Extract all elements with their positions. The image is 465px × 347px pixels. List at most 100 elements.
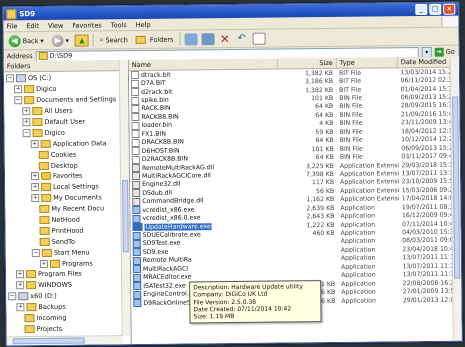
undo-icon[interactable]: ↶: [235, 32, 248, 44]
tree-item-label: My Recent Docu: [51, 204, 105, 214]
folders-icon: [135, 35, 146, 44]
expand-toggle-icon[interactable]: +: [30, 172, 40, 181]
expand-toggle-icon[interactable]: +: [16, 270, 25, 279]
file-icon: [131, 96, 140, 105]
expand-toggle-icon[interactable]: +: [14, 85, 23, 94]
expand-toggle-icon[interactable]: −: [22, 129, 31, 138]
menu-favorites[interactable]: Favorites: [72, 21, 101, 29]
address-dropdown-button[interactable]: ▾: [421, 46, 432, 58]
delete-icon[interactable]: ✕: [218, 32, 231, 46]
tree-item-label: My Documents: [53, 193, 102, 203]
copy-to-icon[interactable]: [201, 32, 215, 45]
go-button[interactable]: ➜ Go: [434, 47, 459, 57]
menu-tools[interactable]: Tools: [111, 21, 127, 29]
file-name: dtrack.bit: [140, 71, 171, 79]
application-icon: [132, 265, 142, 274]
folder-icon: [24, 96, 35, 105]
dll-file-icon: [132, 180, 141, 189]
expand-toggle-icon: [31, 217, 37, 223]
expand-toggle-icon[interactable]: +: [39, 259, 48, 268]
close-button[interactable]: ×: [443, 3, 456, 15]
file-type: BIT File: [338, 69, 362, 77]
search-button[interactable]: ⌕ Search: [98, 33, 130, 47]
expand-toggle-icon[interactable]: −: [5, 74, 15, 83]
tree-item-label: Program Files: [37, 270, 82, 279]
file-icon: [131, 147, 140, 156]
folder-icon: [6, 8, 17, 19]
expand-toggle-icon: [16, 315, 22, 321]
file-size: 101 KB: [311, 145, 334, 153]
folder-icon: [40, 139, 51, 148]
menu-edit[interactable]: Edit: [26, 22, 39, 30]
menu-help[interactable]: Help: [136, 20, 151, 28]
file-info-tooltip: Description: Hardware Update utility Com…: [189, 280, 322, 324]
file-size: 3,225 KB: [305, 162, 334, 170]
expand-toggle-icon: [32, 228, 38, 234]
tree-item-label: Desktop: [50, 161, 78, 170]
expand-toggle-icon[interactable]: +: [31, 183, 40, 192]
expand-toggle-icon[interactable]: +: [22, 107, 31, 116]
file-type: Application: [341, 280, 376, 288]
column-name-header[interactable]: Name: [128, 58, 279, 71]
file-icon: [131, 130, 140, 139]
expand-toggle-icon[interactable]: +: [16, 281, 25, 290]
expand-toggle-icon[interactable]: −: [31, 248, 40, 257]
file-size: [282, 250, 338, 251]
expand-toggle-icon[interactable]: +: [30, 139, 39, 148]
expand-toggle-icon[interactable]: −: [8, 292, 17, 301]
file-list: dtrack.bit 1,382 KB BIT File 13/03/2014 15:…: [129, 68, 461, 308]
folder-icon: [38, 161, 49, 170]
file-type: BIN File: [339, 128, 363, 136]
file-name: ISATest32.exe: [143, 282, 186, 290]
tree-item-label: OS (C:): [27, 74, 52, 83]
folder-icon: [24, 325, 35, 334]
file-name: vcredist_x86.exe: [142, 206, 195, 214]
expand-toggle-icon[interactable]: +: [16, 303, 25, 312]
up-folder-icon[interactable]: ▲: [74, 33, 89, 47]
file-size: 56 KB: [315, 187, 335, 195]
expand-toggle-icon[interactable]: +: [31, 194, 40, 203]
application-icon: [133, 273, 142, 282]
file-size: 3,186 KB: [305, 78, 334, 86]
tree-item-label: All Users: [44, 106, 73, 116]
application-icon: [132, 239, 141, 249]
file-name: RemoteMultiRackAG.dll: [141, 163, 215, 172]
application-icon: [132, 223, 143, 232]
file-name: d2rack.bit: [141, 88, 173, 96]
tooltip-size: Size: 1.19 MB: [193, 313, 235, 321]
column-size-header[interactable]: Size: [278, 57, 337, 69]
expand-toggle-icon[interactable]: −: [14, 96, 23, 105]
files-vertical-scrollbar[interactable]: [449, 56, 462, 341]
menu-view[interactable]: View: [48, 21, 64, 29]
menu-file[interactable]: File: [6, 22, 17, 30]
file-icon: [131, 155, 140, 164]
expand-toggle-icon[interactable]: +: [22, 118, 31, 127]
minimize-button[interactable]: _: [415, 3, 428, 16]
maximize-button[interactable]: □: [429, 3, 442, 15]
folder-icon: [26, 270, 37, 279]
tree-item-label: NetHood: [51, 215, 80, 224]
application-icon: [132, 231, 141, 240]
column-type-header[interactable]: Type: [336, 57, 398, 68]
file-size: 460 KB: [312, 229, 335, 238]
forward-button[interactable]: ▶ ▾: [50, 33, 71, 47]
back-button[interactable]: ◀ Back ▾: [7, 33, 46, 47]
folders-pane: Folders × −OS (C:)+Digico−Documents and …: [3, 60, 132, 346]
folders-horizontal-scrollbar[interactable]: [6, 335, 123, 346]
tree-item-label: Local Settings: [53, 182, 99, 192]
file-name: loader.bin: [141, 121, 173, 130]
move-to-icon[interactable]: [184, 32, 198, 45]
views-icon[interactable]: [252, 32, 266, 45]
file-type: Application: [340, 263, 376, 271]
file-size: [282, 276, 338, 277]
file-name: DSdub.dll: [142, 189, 173, 197]
folder-icon: [49, 259, 60, 268]
file-name: spike.bin: [141, 96, 169, 104]
folder-icon: [26, 303, 37, 312]
application-icon: [132, 256, 141, 265]
folders-button[interactable]: Folders: [134, 32, 176, 46]
file-type: BIN File: [339, 145, 363, 153]
file-size: 1,162 KB: [306, 196, 335, 204]
file-icon: [130, 71, 140, 80]
application-icon: [133, 290, 142, 299]
